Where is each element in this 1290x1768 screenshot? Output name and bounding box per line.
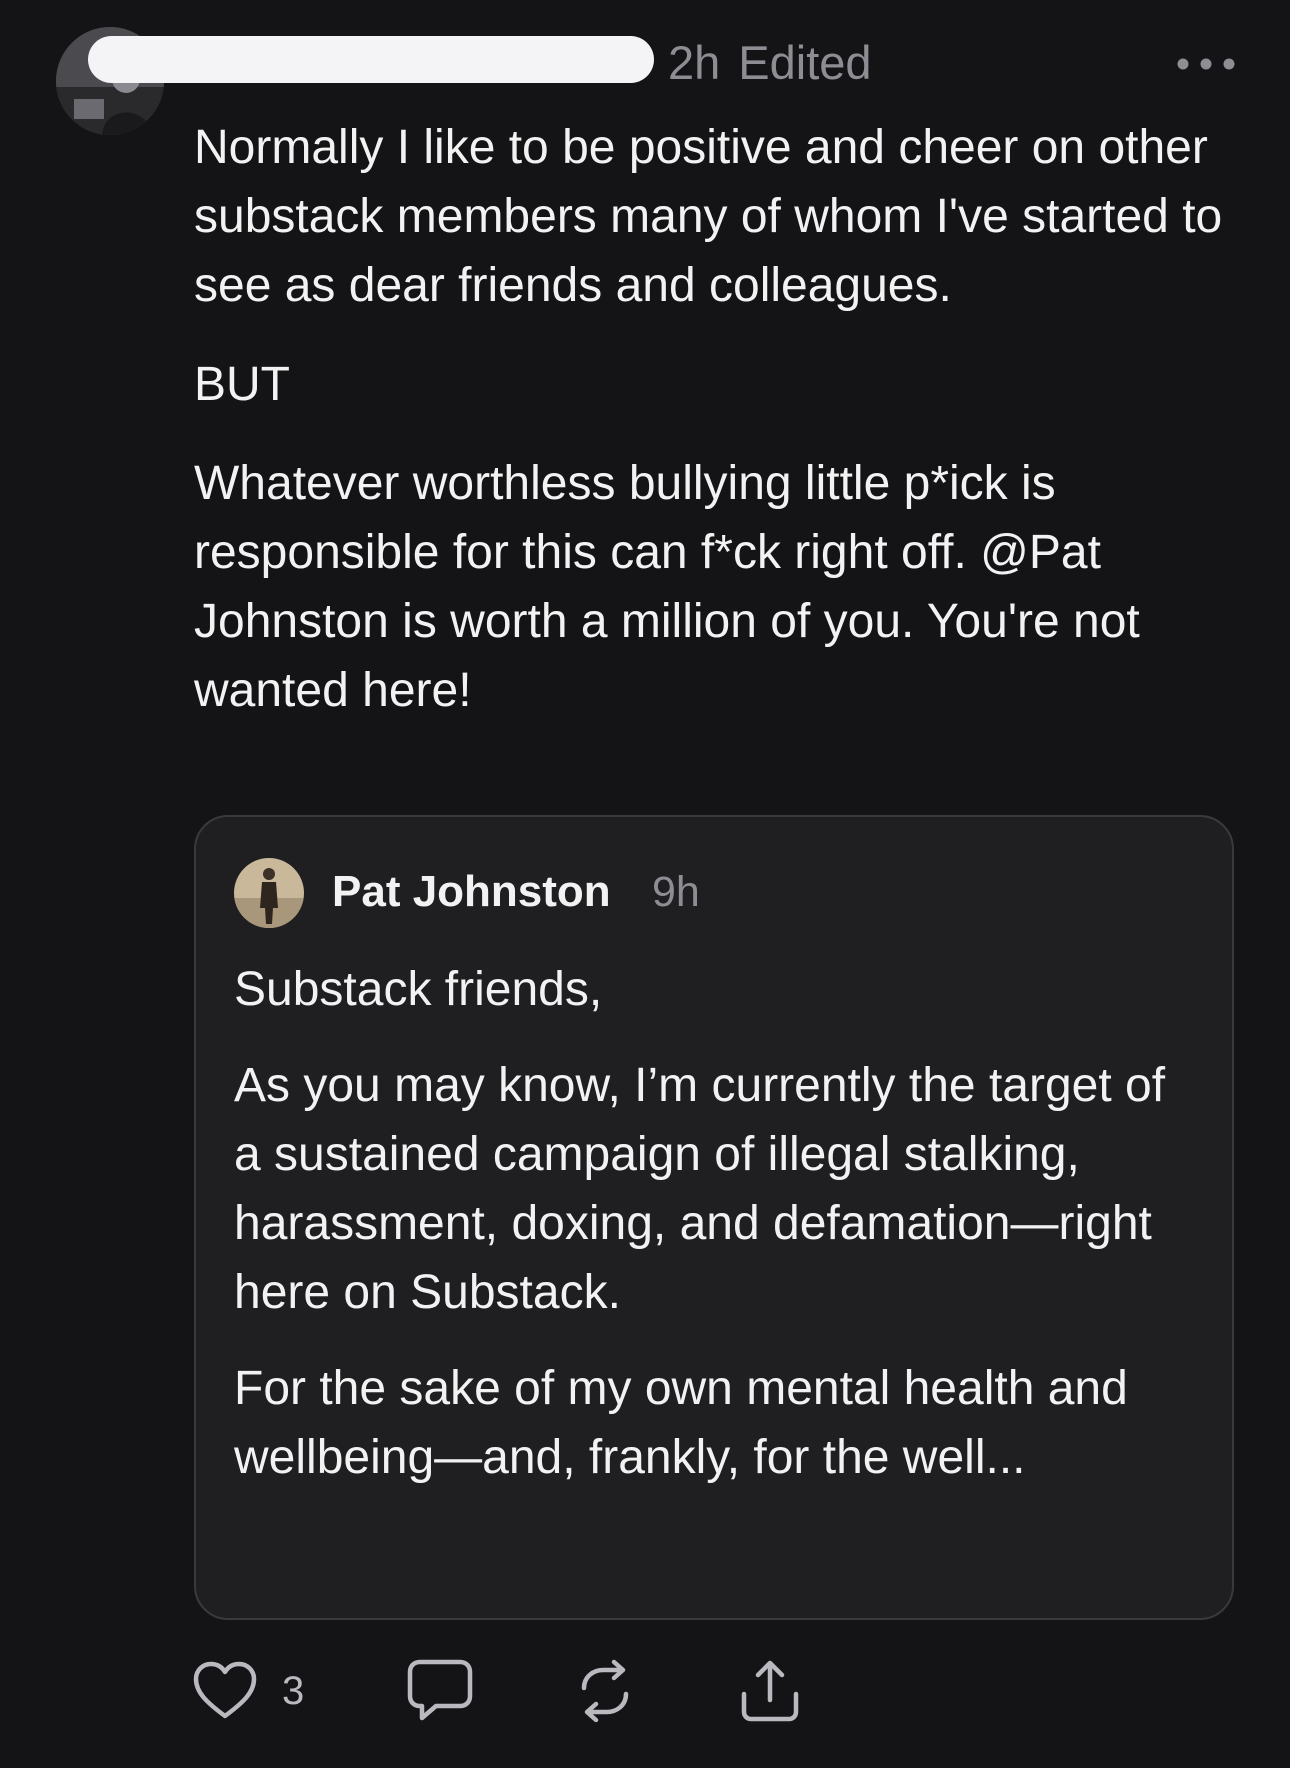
restack-button[interactable]: [572, 1656, 638, 1726]
post-timestamp: 2h Edited: [668, 34, 872, 92]
post-paragraph: Normally I like to be positive and cheer…: [194, 121, 1223, 312]
post-body: Normally I like to be positive and cheer…: [194, 113, 1264, 725]
post-paragraph: BUT: [194, 358, 290, 411]
like-button[interactable]: 3: [192, 1656, 304, 1726]
heart-icon: [193, 1661, 257, 1719]
more-options-icon[interactable]: [1176, 46, 1236, 82]
post-time: 2h: [668, 36, 721, 89]
like-count: 3: [282, 1669, 305, 1713]
quoted-author-name[interactable]: Pat Johnston: [332, 865, 611, 919]
share-icon: [741, 1660, 799, 1722]
quoted-author-avatar[interactable]: [234, 858, 304, 928]
redacted-author-name: [88, 36, 654, 83]
quoted-paragraph: For the sake of my own mental health and…: [234, 1362, 1128, 1484]
comment-icon: [407, 1659, 473, 1721]
quoted-note-time: 9h: [652, 868, 700, 916]
quoted-note-body: Substack friends, As you may know, I’m c…: [234, 955, 1194, 1492]
quoted-note-card[interactable]: Pat Johnston 9h Substack friends, As you…: [194, 815, 1234, 1620]
post-paragraph: Whatever worthless bullying little p*ick…: [194, 457, 1140, 717]
edited-label: Edited: [738, 36, 872, 89]
quoted-paragraph: Substack friends,: [234, 963, 603, 1016]
comment-button[interactable]: [406, 1656, 474, 1726]
share-button[interactable]: [738, 1656, 802, 1726]
quoted-paragraph: As you may know, I’m currently the targe…: [234, 1059, 1166, 1319]
restack-icon: [581, 1659, 629, 1723]
